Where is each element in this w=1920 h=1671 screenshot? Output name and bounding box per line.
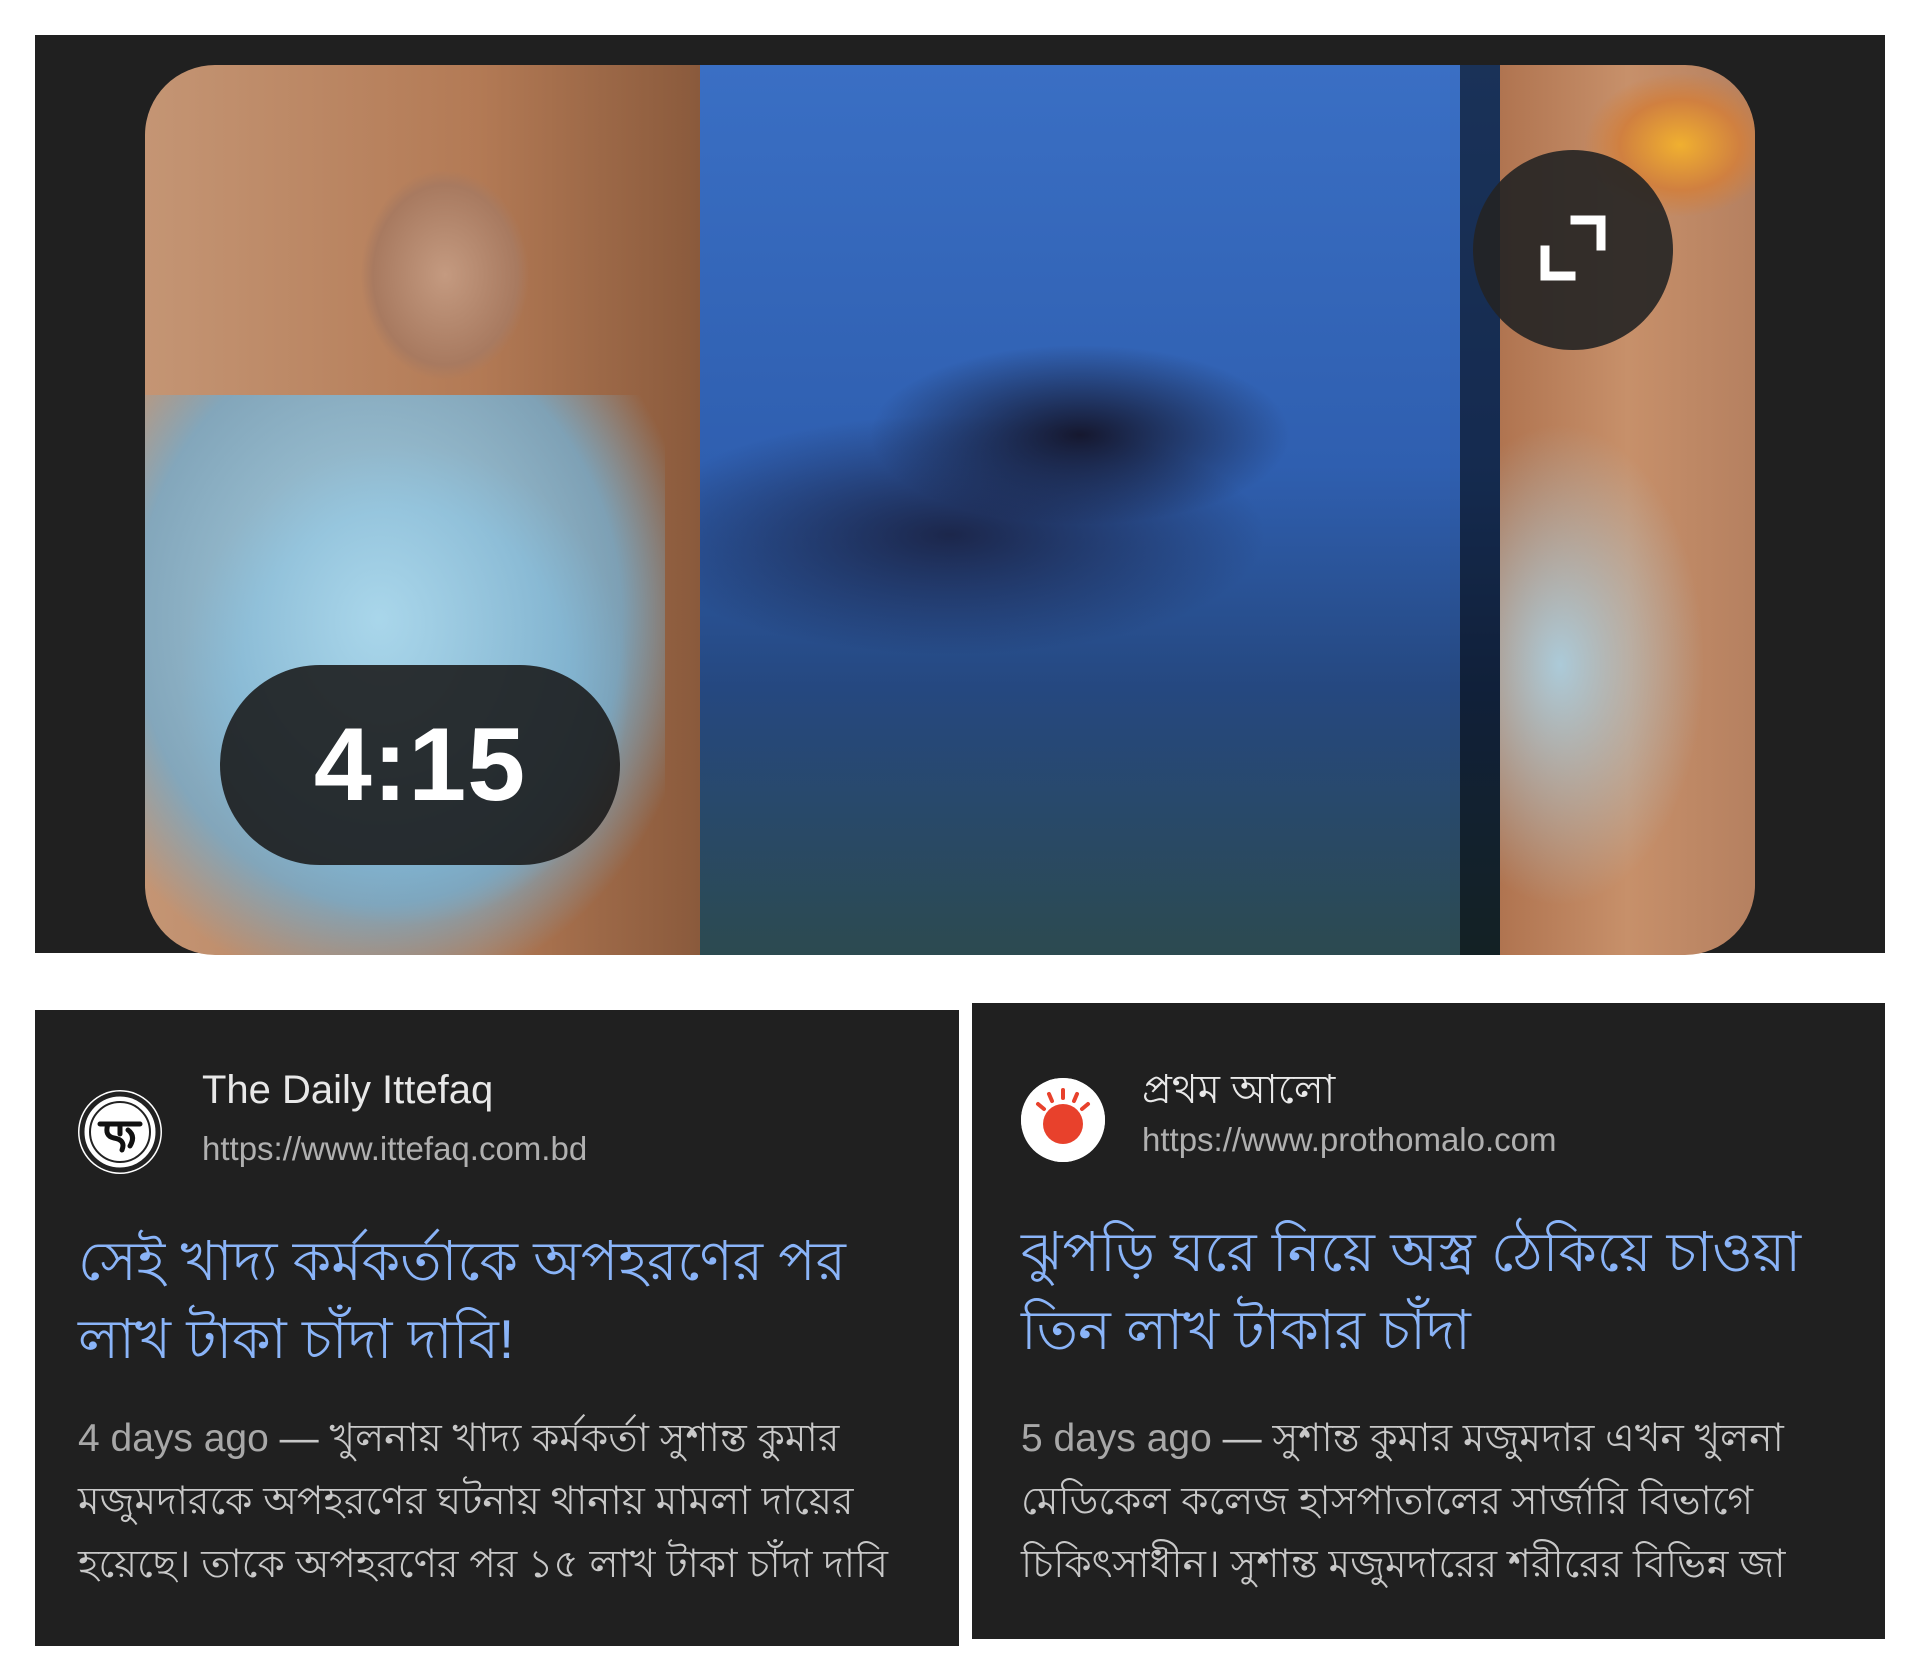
headline-line[interactable]: লাখ টাকা চাঁদা দাবি! [78,1300,846,1378]
headline-line[interactable]: তিন লাখ টাকার চাঁদা [1021,1291,1801,1369]
snippet-line: মেডিকেল কলেজ হাসপাতালের সার্জারি বিভাগে [1021,1480,1754,1523]
source-name[interactable]: প্রথম আলো [1142,1058,1335,1125]
prothomalo-sun-logo [1021,1078,1105,1162]
result-snippet: 5 days ago — সুশান্ত কুমার মজুমদার এখন খ… [1021,1407,1785,1596]
snippet-line: 4 days ago — খুলনায় খাদ্য কর্মকর্তা সুশ… [78,1417,840,1460]
search-result-card[interactable]: প্রথম আলো https://www.prothomalo.com ঝুপ… [972,1003,1885,1639]
video-thumbnail[interactable]: 4:15 [145,65,1755,955]
search-result-card[interactable]: The Daily Ittefaq https://www.ittefaq.co… [35,1010,959,1646]
result-headline[interactable]: ঝুপড়ি ঘরে নিয়ে অস্ত্র ঠেকিয়ে চাওয়া ত… [1021,1213,1801,1369]
duration-badge: 4:15 [220,665,620,865]
result-age: 4 days ago [78,1417,269,1460]
snippet-line: 5 days ago — সুশান্ত কুমার মজুমদার এখন খ… [1021,1417,1784,1460]
snippet-line: মজুমদারকে অপহরণের ঘটনায় থানায় মামলা দা… [78,1480,854,1523]
video-duration: 4:15 [313,706,527,823]
headline-line[interactable]: ঝুপড়ি ঘরে নিয়ে অস্ত্র ঠেকিয়ে চাওয়া [1021,1213,1801,1291]
result-headline[interactable]: সেই খাদ্য কর্মকর্তাকে অপহরণের পর লাখ টাক… [78,1222,846,1378]
video-panel: 4:15 [35,35,1885,955]
source-name[interactable]: The Daily Ittefaq [202,1068,493,1113]
ittefaq-logo [78,1090,162,1174]
expand-button[interactable] [1473,150,1673,350]
source-url[interactable]: https://www.ittefaq.com.bd [202,1130,587,1168]
expand-icon [1531,206,1615,295]
source-url[interactable]: https://www.prothomalo.com [1142,1121,1557,1159]
snippet-line: হয়েছে। তাকে অপহরণের পর ১৫ লাখ টাকা চাঁদ… [78,1543,888,1586]
headline-line[interactable]: সেই খাদ্য কর্মকর্তাকে অপহরণের পর [78,1222,846,1300]
result-snippet: 4 days ago — খুলনায় খাদ্য কর্মকর্তা সুশ… [78,1407,888,1596]
thumbnail-segment-boat [700,65,1500,955]
snippet-line: চিকিৎসাধীন। সুশান্ত মজুমদারের শরীরের বিভ… [1021,1543,1786,1586]
result-age: 5 days ago [1021,1417,1212,1460]
